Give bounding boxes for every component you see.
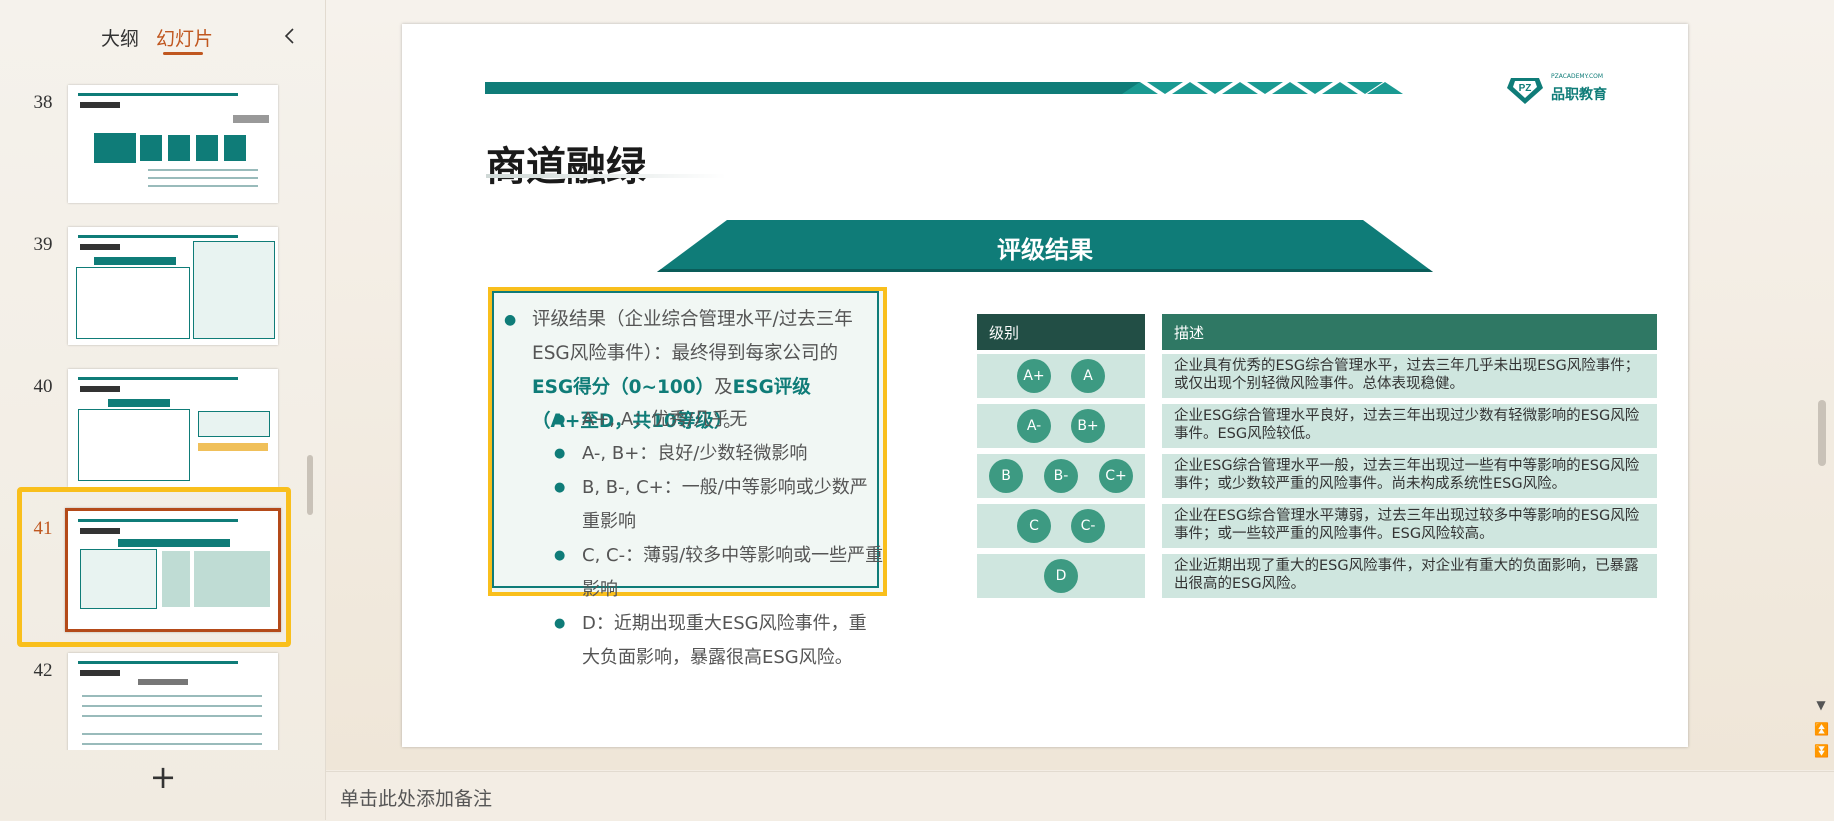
table-row-level: C C- [977,504,1145,548]
slide-title[interactable]: 商道融绿 [486,134,646,192]
rating-badge: B [989,459,1023,493]
logo-name: 品职教育 [1551,87,1607,103]
slide-preview [68,369,278,487]
list-item: ● A-, B+：良好/少数轻微影响 [554,443,808,464]
slide-preview [68,85,278,203]
rating-badge: B- [1044,459,1078,493]
slide-thumbnail-40[interactable]: 40 [0,364,325,489]
decoration-triangle [1367,82,1403,94]
rating-badge: A+ [1017,359,1051,393]
table-row-description: 企业ESG综合管理水平一般，过去三年出现过一些有中等影响的ESG风险事件；或少数… [1162,454,1657,498]
slide-editor: PZ PZACADEMY.COM 品职教育 商道融绿 评级结果 ◇ ● 评级结果… [326,0,1834,770]
slide-panel: 大纲 幻灯片 38 39 40 41 42 + [0,0,326,820]
slide-preview [68,227,278,345]
slide-number: 40 [33,376,53,397]
table-row-level: A+ A [977,354,1145,398]
sub-bullet-list: ● A+, A：优秀/几乎无 ● A-, B+：良好/少数轻微影响 ● B, B-, … [554,403,884,675]
rating-badge: C+ [1099,459,1133,493]
logo-url: PZACADEMY.COM [1551,73,1604,80]
list-item: ● A+, A：优秀/几乎无 [554,409,748,430]
banner-title: 评级结果 [997,236,1093,264]
rating-badge: A [1071,359,1105,393]
bullet-icon: ● [504,312,517,328]
panel-scrollbar[interactable] [307,455,313,515]
level-column-header: 级别 [977,314,1145,350]
slide-thumbnail-38[interactable]: 38 [0,80,325,205]
current-slide[interactable]: PZ PZACADEMY.COM 品职教育 商道融绿 评级结果 ◇ ● 评级结果… [402,24,1688,747]
rating-badge: D [1044,559,1078,593]
scroll-down-arrow-icon[interactable]: ▼ [1814,698,1828,712]
tab-outline[interactable]: 大纲 [101,24,139,51]
rating-badge: B+ [1071,409,1105,443]
rating-explanation-box[interactable]: ● 评级结果（企业综合管理水平/过去三年ESG风险事件）：最终得到每家公司的ES… [488,287,887,668]
collapse-panel-icon[interactable] [280,26,300,46]
slide-number: 42 [33,660,53,681]
table-row-level: B B- C+ [977,454,1145,498]
table-row-description: 企业ESG综合管理水平良好，过去三年出现过少数有轻微影响的ESG风险事件。ESG… [1162,404,1657,448]
table-row-level: A- B+ [977,404,1145,448]
slide-thumbnail-39[interactable]: 39 [0,222,325,347]
title-underline [486,174,726,178]
list-item: ● C, C-：薄弱/较多中等影响或一些严重影响 [554,545,884,600]
tab-slides[interactable]: 幻灯片 [156,24,213,51]
description-column-header: 描述 [1162,314,1657,350]
list-item: ● D：近期出现重大ESG风险事件，重大负面影响，暴露很高ESG风险。 [554,613,867,668]
next-slide-icon[interactable]: ⏬ [1814,744,1829,758]
table-row-description: 企业近期出现了重大的ESG风险事件，对企业有重大的负面影响，已暴露出很高的ESG… [1162,554,1657,598]
notes-placeholder[interactable]: 单击此处添加备注 [340,784,492,811]
header-decoration-bar [485,82,1140,94]
add-slide-icon[interactable]: + [148,761,178,793]
notes-pane[interactable]: 单击此处添加备注 [326,771,1834,821]
slide-number: 39 [33,234,53,255]
table-row-level: D [977,554,1145,598]
table-row-description: 企业具有优秀的ESG综合管理水平，过去三年几乎未出现ESG风险事件；或仅出现个别… [1162,354,1657,398]
company-logo: PZ PZACADEMY.COM 品职教育 [1507,70,1607,106]
list-item: ● B, B-, C+：一般/中等影响或少数严重影响 [554,477,868,532]
rating-badge: C- [1071,509,1105,543]
slide-preview [68,653,278,750]
slide-thumbnail-42[interactable]: 42 [0,648,325,750]
previous-slide-icon[interactable]: ⏫ [1814,722,1829,736]
slide-number: 38 [33,92,53,113]
editor-scrollbar[interactable] [1818,400,1826,466]
table-row-description: 企业在ESG综合管理水平薄弱，过去三年出现过较多中等影响的ESG风险事件；或一些… [1162,504,1657,548]
rating-badge: C [1017,509,1051,543]
section-banner[interactable]: 评级结果 [657,220,1433,272]
rating-badge: A- [1017,409,1051,443]
svg-text:PZ: PZ [1519,83,1532,94]
selected-slide-highlight [17,487,291,647]
active-tab-indicator [163,52,203,55]
slide-thumbnail-list[interactable]: 38 39 40 41 42 [0,80,325,750]
